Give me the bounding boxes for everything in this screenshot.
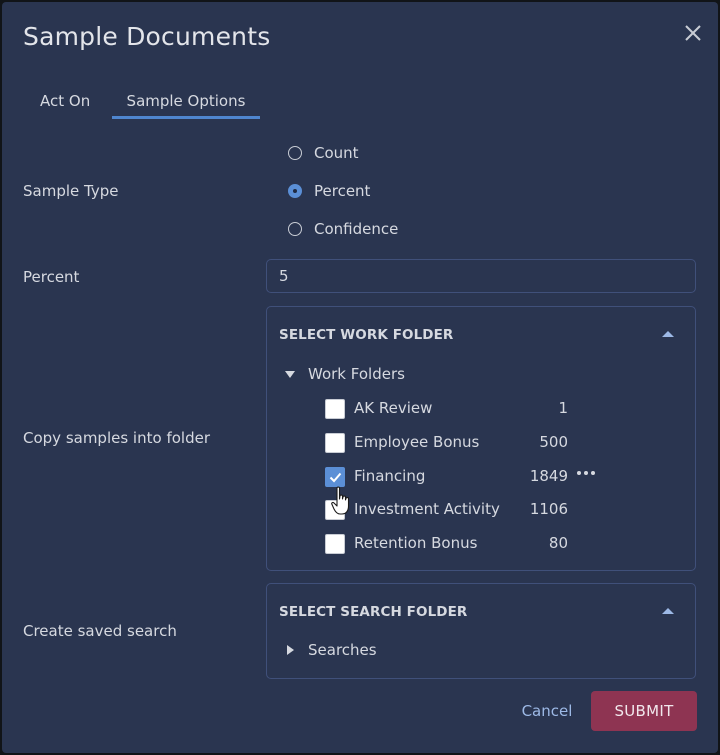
folder-row: Retention Bonus 80 [325,533,605,555]
copy-folder-label: Copy samples into folder [23,429,210,447]
folder-count: 1 [558,399,568,417]
tree-label: Searches [308,641,377,659]
folder-checkbox[interactable] [325,433,345,453]
caret-right-icon[interactable] [287,645,294,655]
folder-count: 500 [539,433,568,451]
work-folder-panel-title: SELECT WORK FOLDER [279,327,454,343]
folder-name[interactable]: Investment Activity [354,500,500,518]
radio-button-selected[interactable] [288,184,302,198]
checkmark-icon [329,472,342,483]
search-folder-panel: SELECT SEARCH FOLDER Searches [266,583,696,679]
cancel-button[interactable]: Cancel [510,692,584,730]
submit-button[interactable]: SUBMIT [591,691,697,731]
folder-count: 80 [548,534,568,552]
folder-row: Investment Activity 1106 [325,499,605,521]
folder-checkbox-checked[interactable] [325,467,345,487]
work-folder-panel: SELECT WORK FOLDER Work Folders AK Revie… [266,306,696,571]
collapse-up-icon[interactable] [662,331,674,337]
tree-label: Work Folders [308,365,405,383]
percent-input[interactable] [266,259,696,293]
tree-node-work-folders[interactable]: Work Folders [285,365,405,383]
more-options-icon[interactable] [577,471,595,475]
collapse-up-icon[interactable] [662,608,674,614]
folder-row: Employee Bonus 500 [325,432,605,454]
folder-name[interactable]: Financing [354,467,425,485]
caret-down-icon[interactable] [285,370,295,378]
close-icon [685,25,701,41]
folder-name[interactable]: Retention Bonus [354,534,477,552]
saved-search-label: Create saved search [23,622,177,640]
folder-name[interactable]: AK Review [354,399,432,417]
dialog-title: Sample Documents [23,22,271,51]
folder-checkbox[interactable] [325,500,345,520]
radio-percent[interactable]: Percent [288,182,370,200]
radio-count[interactable]: Count [288,144,359,162]
radio-button[interactable] [288,146,302,160]
radio-confidence[interactable]: Confidence [288,220,398,238]
radio-label: Count [314,144,359,162]
radio-label: Percent [314,182,371,200]
folder-row: Financing 1849 [325,466,605,488]
radio-label: Confidence [314,220,399,238]
tab-act-on[interactable]: Act On [40,92,90,116]
folder-count: 1106 [529,500,568,518]
tree-node-searches[interactable]: Searches [285,641,377,659]
percent-label: Percent [23,268,80,286]
sample-type-label: Sample Type [23,182,119,200]
tab-sample-options[interactable]: Sample Options [112,92,260,119]
folder-count: 1849 [529,467,568,485]
folder-name[interactable]: Employee Bonus [354,433,479,451]
radio-button[interactable] [288,222,302,236]
folder-checkbox[interactable] [325,534,345,554]
search-folder-panel-title: SELECT SEARCH FOLDER [279,604,468,620]
close-button[interactable] [682,22,704,44]
folder-row: AK Review 1 [325,398,605,420]
folder-checkbox[interactable] [325,399,345,419]
sample-documents-dialog: Sample Documents Act On Sample Options S… [2,2,718,753]
